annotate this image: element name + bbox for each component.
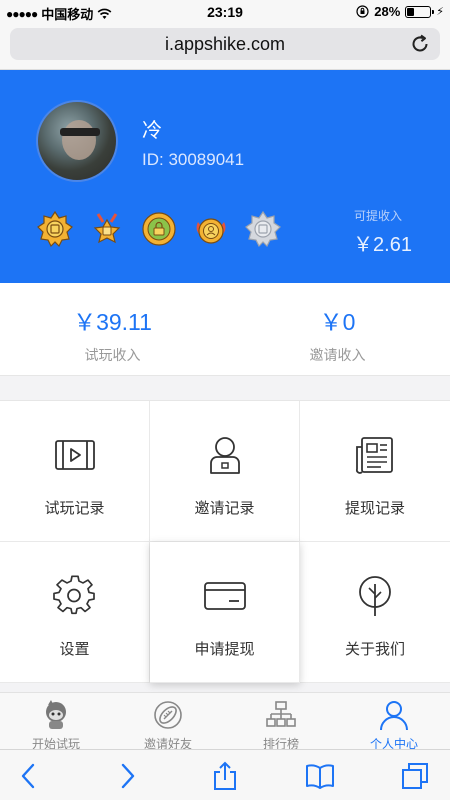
card-icon	[204, 582, 246, 610]
menu-grid: 试玩记录 邀请记录 提现记录 设置 申请提现 关于我们	[0, 400, 450, 683]
forward-arrow-icon[interactable]	[112, 761, 142, 791]
trial-badge-icon[interactable]	[36, 210, 74, 248]
status-right: 28% ⚡	[356, 4, 444, 19]
menu-withdraw-records[interactable]: 提现记录	[300, 401, 450, 542]
user-icon	[380, 701, 408, 731]
menu-trial-records[interactable]: 试玩记录	[0, 401, 150, 542]
tab-leaderboard[interactable]: 排行榜	[225, 693, 337, 751]
newspaper-icon	[355, 437, 393, 474]
football-icon	[154, 701, 182, 729]
badge-list	[36, 210, 282, 248]
avatar[interactable]	[36, 100, 118, 182]
tab-start-trial[interactable]: 开始试玩	[0, 693, 112, 751]
menu-about-us[interactable]: 关于我们	[300, 542, 450, 683]
income-summary: ￥39.11 试玩收入 ￥0 邀请收入	[0, 283, 450, 376]
share-icon[interactable]	[210, 761, 240, 791]
menu-label: 关于我们	[344, 641, 405, 658]
username: 冷	[142, 120, 162, 142]
invite-income-label: 邀请收入	[309, 347, 366, 363]
orientation-lock-icon	[356, 5, 369, 18]
withdrawable-value: ￥2.61	[353, 234, 412, 256]
status-bar: ●●●●● 中国移动 23:19 28% ⚡	[0, 0, 450, 24]
trial-income-value: ￥39.11	[73, 309, 152, 335]
profile-header: 冷 ID: 30089041 可提收入 ￥2.61	[0, 70, 450, 283]
browser-toolbar	[0, 749, 450, 800]
menu-label: 提现记录	[344, 500, 405, 517]
menu-apply-withdraw[interactable]: 申请提现	[150, 542, 300, 683]
menu-label: 申请提现	[194, 641, 255, 658]
winged-badge-icon[interactable]	[192, 210, 230, 248]
app-tab-bar: 开始试玩 邀请好友 排行榜 个人中心	[0, 692, 450, 751]
star-badge-icon[interactable]	[88, 210, 126, 248]
lock-badge-icon[interactable]	[140, 210, 178, 248]
gear-icon	[53, 575, 95, 615]
tab-personal-center[interactable]: 个人中心	[338, 693, 450, 751]
avatar-glasses	[60, 128, 100, 136]
reload-icon[interactable]	[408, 32, 432, 56]
mascot-icon	[46, 700, 66, 729]
tree-icon	[359, 576, 391, 616]
menu-invite-records[interactable]: 邀请记录	[150, 401, 300, 542]
person-icon	[210, 437, 240, 474]
menu-settings[interactable]: 设置	[0, 542, 150, 683]
invite-income-value: ￥0	[319, 309, 356, 335]
locked-gray-badge-icon[interactable]	[244, 210, 282, 248]
charging-icon: ⚡	[436, 6, 444, 18]
browser-address-area: i.appshike.com	[0, 24, 450, 70]
url-text: i.appshike.com	[164, 34, 286, 54]
hierarchy-icon	[266, 701, 296, 727]
menu-label: 邀请记录	[194, 500, 255, 517]
invite-income[interactable]: ￥0 邀请收入	[225, 283, 450, 376]
trial-income-label: 试玩收入	[84, 347, 141, 363]
menu-label: 试玩记录	[44, 500, 105, 517]
withdrawable-label: 可提收入	[353, 209, 402, 223]
video-icon	[55, 440, 95, 470]
user-id: ID: 30089041	[142, 150, 245, 169]
avatar-face	[62, 120, 96, 160]
tabs-icon[interactable]	[400, 761, 430, 791]
back-arrow-icon[interactable]	[14, 761, 44, 791]
address-bar[interactable]: i.appshike.com	[10, 28, 440, 60]
tab-invite-friends[interactable]: 邀请好友	[112, 693, 224, 751]
battery-percent: 28%	[374, 4, 401, 19]
bookmarks-icon[interactable]	[305, 761, 335, 791]
menu-label: 设置	[59, 641, 90, 658]
trial-income[interactable]: ￥39.11 试玩收入	[0, 283, 225, 376]
battery-icon	[405, 5, 435, 18]
